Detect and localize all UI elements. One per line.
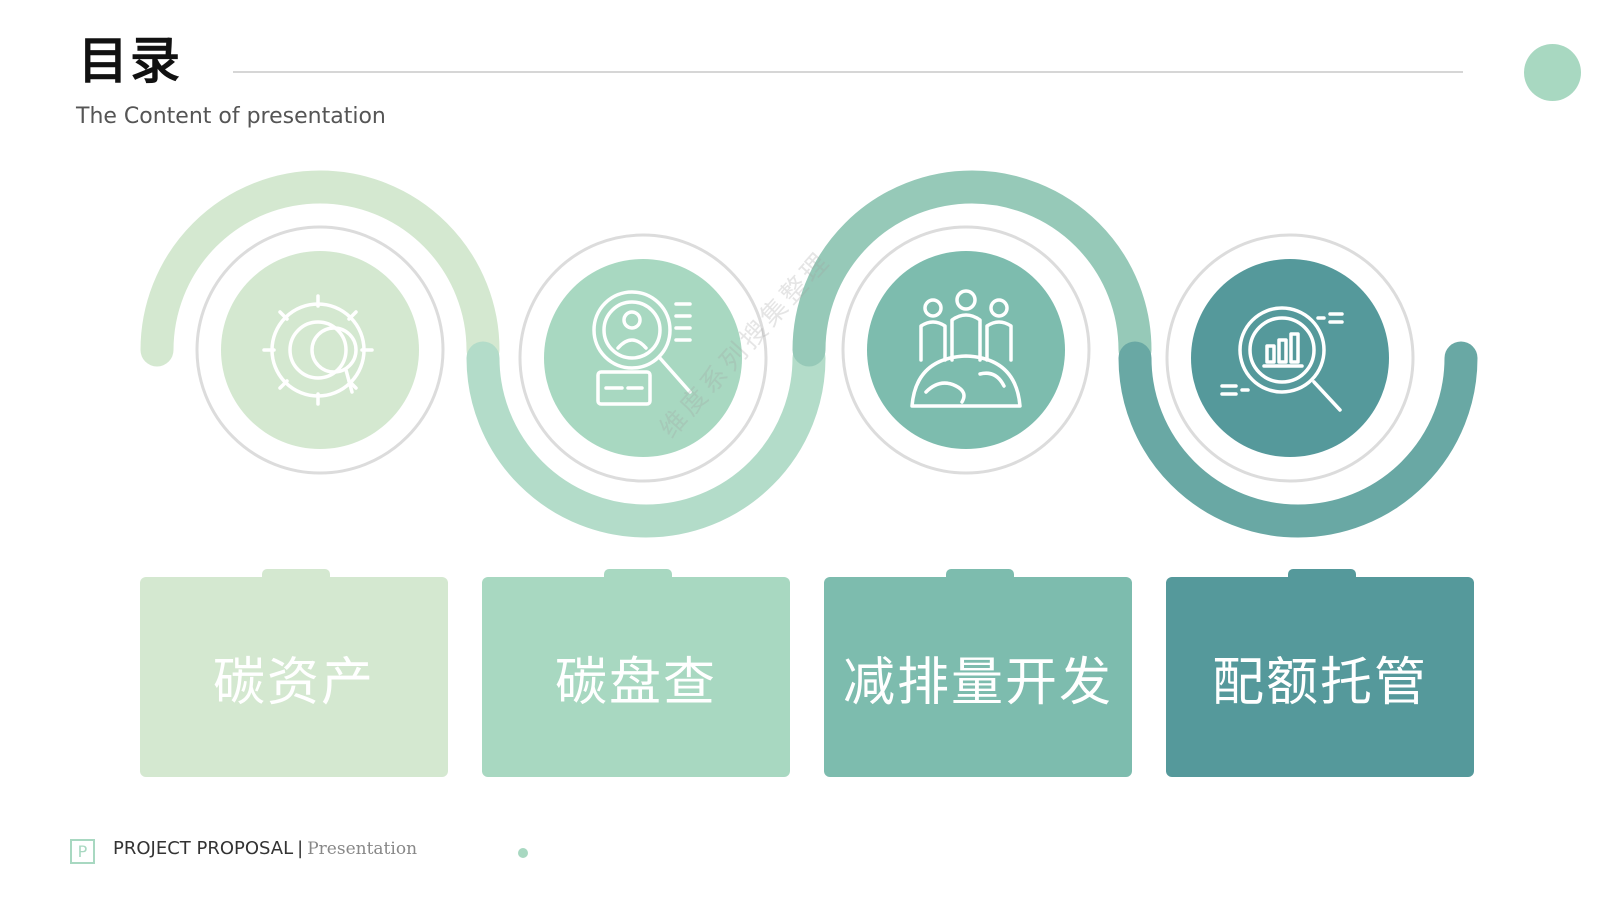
- card-label-1: 碳资产: [212, 652, 375, 713]
- card-label-4: 配额托管: [1211, 652, 1428, 713]
- footer-brand: PROJECT PROPOSAL: [113, 838, 294, 859]
- icon-circle-3: [867, 251, 1065, 449]
- card-label-3: 减排量开发: [842, 652, 1113, 713]
- card-item-1[interactable]: 碳资产: [140, 569, 448, 777]
- card-tab-3: [946, 569, 1014, 583]
- card-tab-2: [604, 569, 672, 583]
- footer-separator: |: [297, 838, 304, 859]
- card-item-2[interactable]: 碳盘查: [482, 569, 790, 777]
- card-item-3[interactable]: 减排量开发: [824, 569, 1132, 777]
- card-tab-4: [1288, 569, 1356, 583]
- icon-circle-2: [544, 259, 742, 457]
- footer-tagline: Presentation: [307, 839, 418, 859]
- icon-circle-1: [221, 251, 419, 449]
- footer-dot: [518, 848, 528, 858]
- card-item-4[interactable]: 配额托管: [1166, 569, 1474, 777]
- footer-branding: PROJECT PROPOSAL | Presentation: [113, 840, 417, 858]
- card-label-2: 碳盘查: [554, 652, 717, 713]
- card-tab-1: [262, 569, 330, 583]
- footer-logo: P: [70, 839, 95, 864]
